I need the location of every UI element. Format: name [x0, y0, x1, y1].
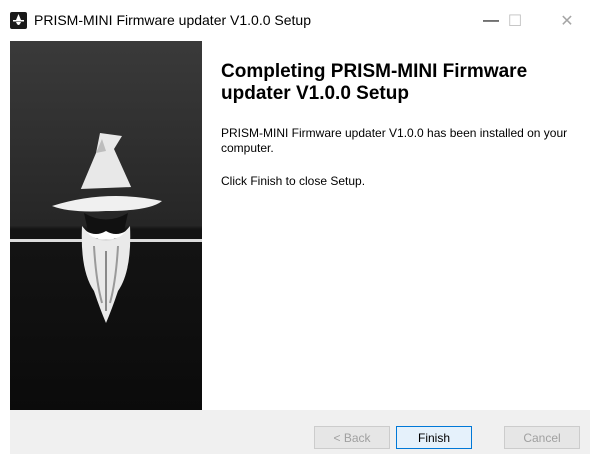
- page-heading: Completing PRISM-MINI Firmware updater V…: [221, 61, 528, 104]
- window-title: PRISM-MINI Firmware updater V1.0.0 Setup: [34, 12, 311, 28]
- maximize-icon: ☐: [507, 12, 523, 30]
- back-button[interactable]: < Back: [314, 426, 390, 449]
- app-icon: [10, 12, 27, 29]
- wizard-logo-icon: [10, 133, 202, 323]
- finish-button[interactable]: Finish: [396, 426, 472, 449]
- install-complete-text: PRISM-MINI Firmware updater V1.0.0 has b…: [221, 126, 568, 155]
- maximize-button[interactable]: ☐: [492, 0, 538, 41]
- sidebar-banner: [10, 41, 202, 410]
- title-bar: PRISM-MINI Firmware updater V1.0.0 Setup…: [0, 0, 590, 41]
- close-icon: ✕: [560, 12, 574, 30]
- main-content: Completing PRISM-MINI Firmware updater V…: [202, 41, 590, 410]
- button-bar: < Back Finish Cancel: [10, 410, 590, 454]
- finish-instruction-text: Click Finish to close Setup.: [221, 174, 366, 188]
- cancel-button[interactable]: Cancel: [504, 426, 580, 449]
- close-button[interactable]: ✕: [544, 0, 590, 41]
